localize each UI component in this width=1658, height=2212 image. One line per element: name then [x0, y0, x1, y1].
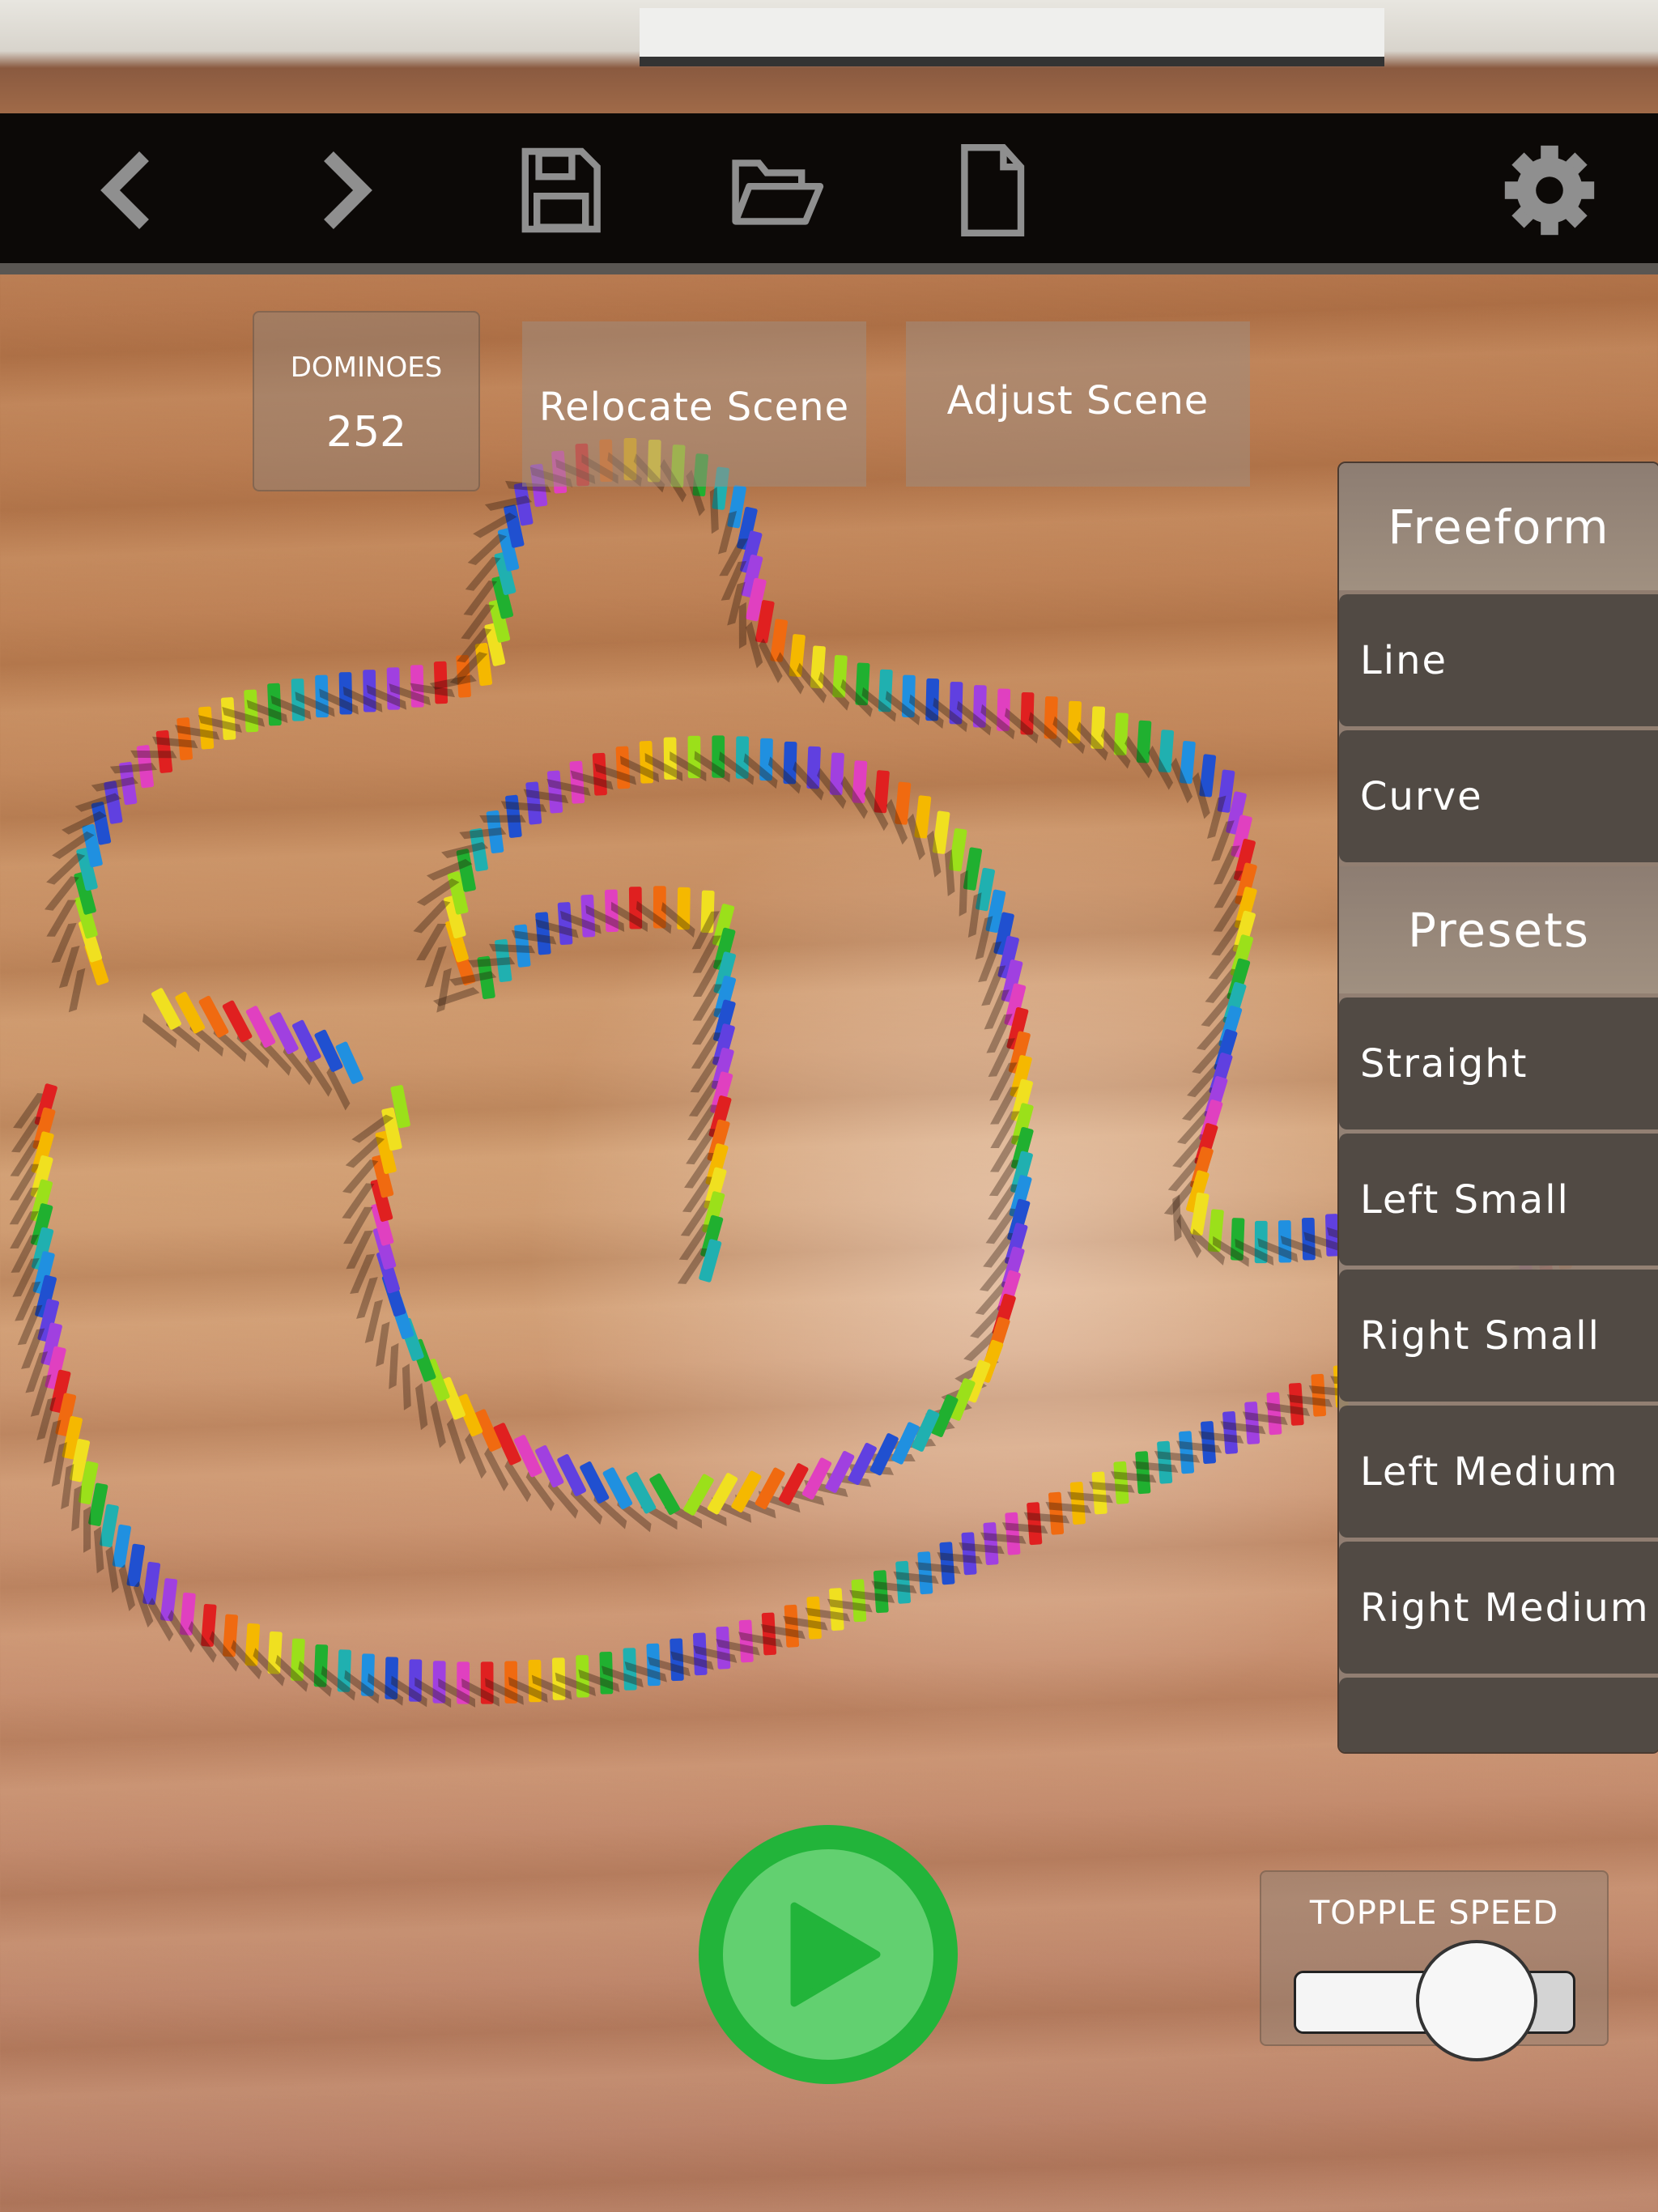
- menu-item-left-medium[interactable]: Left Medium: [1339, 1406, 1658, 1538]
- domino: [1179, 1431, 1195, 1474]
- domino: [895, 1560, 912, 1604]
- domino: [220, 697, 236, 740]
- domino: [557, 902, 573, 945]
- domino-shadow: [446, 1418, 466, 1465]
- new-file-button[interactable]: [939, 138, 1044, 243]
- domino: [825, 1451, 855, 1493]
- domino: [806, 1596, 822, 1640]
- domino: [699, 1239, 722, 1283]
- new-file-icon: [961, 144, 1025, 236]
- domino: [126, 1543, 146, 1587]
- domino-shadow: [738, 602, 746, 649]
- domino: [1135, 1451, 1151, 1495]
- domino: [1266, 1392, 1282, 1436]
- domino-shadow: [415, 1383, 428, 1431]
- domino-counter: DOMINOES 252: [253, 311, 480, 491]
- domino: [112, 1524, 131, 1568]
- menu-item-more[interactable]: [1339, 1678, 1658, 1752]
- domino: [1311, 1373, 1327, 1417]
- domino: [801, 1457, 832, 1500]
- menu-item-line[interactable]: Line: [1339, 594, 1658, 726]
- domino-shadow: [436, 968, 452, 1013]
- topple-speed-label: TOPPLE SPEED: [1309, 1895, 1559, 1932]
- menu-item-curve[interactable]: Curve: [1339, 730, 1658, 862]
- domino-shadow: [413, 900, 451, 934]
- adjust-scene-button[interactable]: Adjust Scene: [906, 321, 1250, 487]
- menu-item-right-small[interactable]: Right Small: [1339, 1270, 1658, 1402]
- chevron-right-icon: [324, 151, 372, 229]
- domino: [535, 912, 551, 955]
- domino: [1222, 1410, 1239, 1454]
- domino-shadow: [389, 1342, 399, 1389]
- domino: [1157, 1440, 1173, 1484]
- domino: [160, 1578, 178, 1622]
- domino: [1288, 1382, 1304, 1426]
- domino: [784, 1604, 800, 1648]
- domino: [1048, 1491, 1065, 1535]
- topple-speed-control: TOPPLE SPEED: [1260, 1870, 1609, 2061]
- domino: [1201, 1421, 1216, 1464]
- settings-button[interactable]: [1497, 138, 1602, 243]
- domino-counter-value: 252: [325, 408, 407, 457]
- redo-button[interactable]: [291, 138, 396, 243]
- domino: [176, 717, 193, 761]
- domino: [557, 1453, 587, 1496]
- domino: [983, 1522, 999, 1565]
- domino: [829, 1588, 844, 1631]
- menu-item-right-medium[interactable]: Right Medium: [1339, 1542, 1658, 1674]
- domino: [615, 746, 631, 789]
- play-icon: [790, 1902, 881, 2007]
- domino-shadow: [376, 1321, 390, 1367]
- domino: [1005, 1512, 1021, 1555]
- freeform-header: Freeform: [1339, 463, 1658, 590]
- save-icon: [521, 147, 601, 233]
- domino-shadow: [967, 892, 982, 938]
- domino: [917, 1551, 933, 1595]
- play-button[interactable]: [699, 1825, 958, 2084]
- domino: [1244, 1402, 1261, 1444]
- domino: [851, 1579, 867, 1623]
- tool-menu: Freeform Line Curve Presets Straight Lef…: [1337, 462, 1658, 1754]
- domino-shadow: [465, 1432, 487, 1479]
- undo-button[interactable]: [77, 138, 182, 243]
- gear-icon: [1504, 145, 1595, 236]
- domino-shadow: [402, 1363, 411, 1410]
- domino-shadow: [71, 1485, 83, 1532]
- domino-shadow: [68, 968, 86, 1013]
- save-button[interactable]: [508, 138, 613, 243]
- toolbar: [0, 113, 1658, 274]
- domino-shadow: [130, 750, 177, 759]
- menu-item-left-small[interactable]: Left Small: [1339, 1134, 1658, 1266]
- domino-shadow: [479, 815, 526, 823]
- domino-shadow: [61, 1464, 74, 1510]
- domino: [873, 1570, 889, 1614]
- domino: [761, 1612, 776, 1656]
- domino: [1091, 1471, 1107, 1515]
- topple-speed-slider-thumb[interactable]: [1416, 1940, 1538, 2061]
- domino: [198, 706, 215, 750]
- domino: [1113, 1461, 1129, 1504]
- domino: [525, 781, 542, 825]
- domino-shadow: [717, 511, 738, 555]
- domino: [1027, 1502, 1043, 1546]
- folder-open-icon: [732, 160, 824, 225]
- domino-shadow: [959, 870, 968, 917]
- domino: [1069, 1482, 1086, 1525]
- domino: [546, 770, 563, 814]
- domino: [961, 1532, 977, 1576]
- relocate-scene-button[interactable]: Relocate Scene: [522, 321, 866, 487]
- domino-shadow: [430, 1401, 446, 1448]
- menu-item-straight[interactable]: Straight: [1339, 998, 1658, 1129]
- presets-header: Presets: [1339, 866, 1658, 993]
- domino-counter-label: DOMINOES: [290, 351, 443, 384]
- chevron-left-icon: [100, 151, 149, 229]
- domino: [939, 1542, 955, 1585]
- domino: [569, 760, 585, 804]
- domino-shadow: [83, 1506, 91, 1553]
- open-button[interactable]: [724, 138, 829, 243]
